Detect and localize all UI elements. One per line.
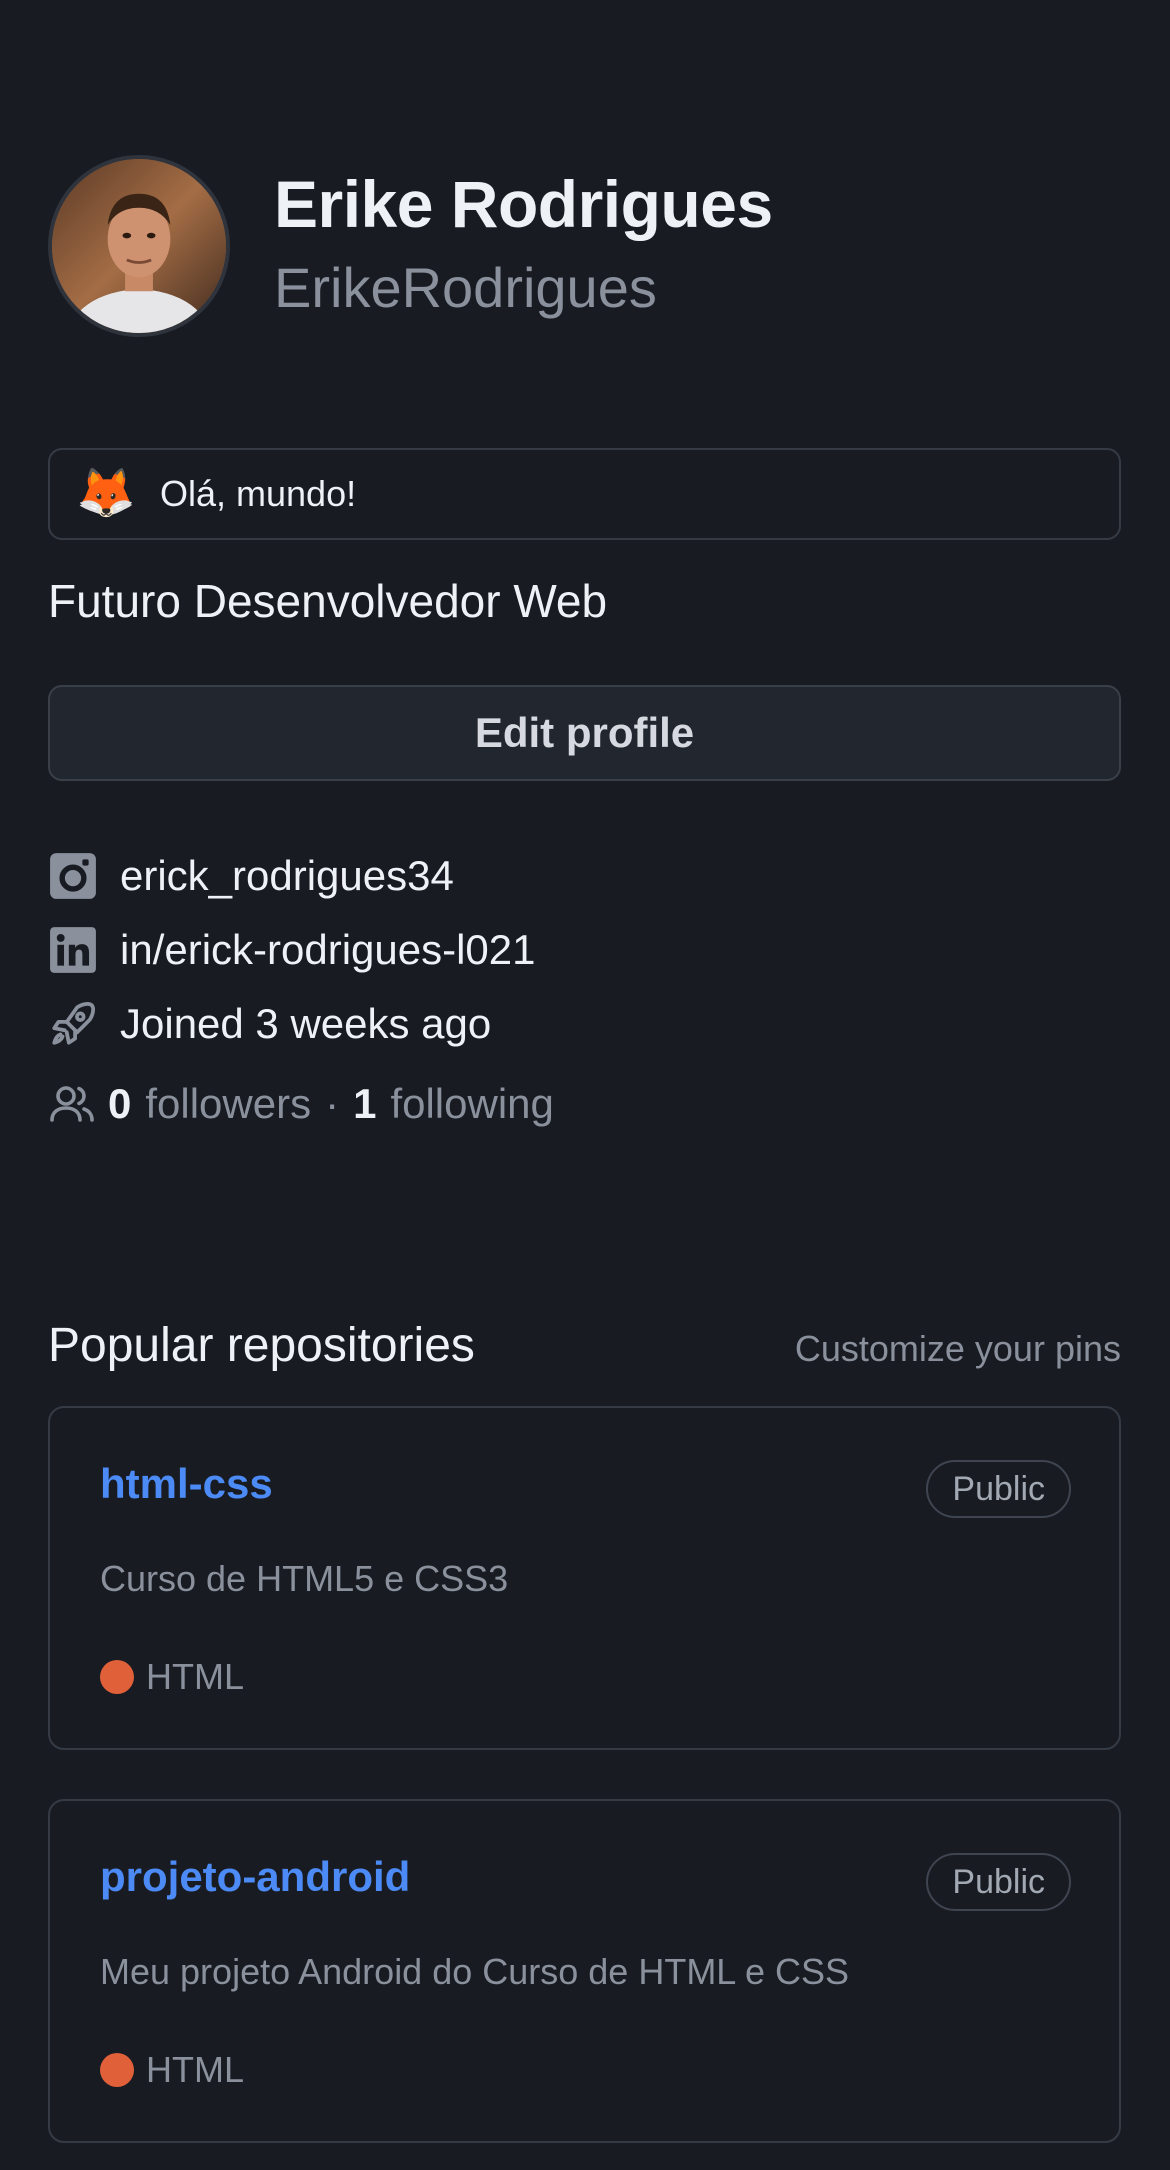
visibility-badge: Public (926, 1853, 1071, 1911)
repo-name-link[interactable]: projeto-android (100, 1853, 410, 1901)
instagram-handle: erick_rodrigues34 (120, 852, 454, 899)
repo-card[interactable]: projeto-android Public Meu projeto Andro… (48, 1799, 1121, 2143)
fox-emoji: 🦊 (76, 467, 136, 520)
repo-description: Curso de HTML5 e CSS3 (100, 1558, 509, 1599)
visibility-badge: Public (926, 1460, 1071, 1518)
following-label[interactable]: following (390, 1080, 553, 1128)
language-label: HTML (146, 2049, 244, 2090)
language-color-dot (100, 2053, 134, 2087)
linkedin-handle: in/erick-rodrigues-l021 (120, 926, 536, 973)
joined-info: Joined 3 weeks ago (48, 996, 491, 1052)
status-text: Olá, mundo! (160, 473, 357, 514)
repo-language: HTML (100, 1656, 244, 1698)
profile-bio: Futuro Desenvolvedor Web (48, 575, 608, 627)
repo-description: Meu projeto Android do Curso de HTML e C… (100, 1951, 850, 1992)
follow-separator: · (325, 1080, 340, 1127)
instagram-icon (48, 851, 98, 901)
language-label: HTML (146, 1656, 244, 1697)
following-count[interactable]: 1 (353, 1080, 376, 1128)
status-box[interactable]: 🦊 Olá, mundo! (48, 448, 1121, 540)
profile-login: ErikeRodrigues (274, 256, 657, 319)
people-icon (50, 1086, 94, 1122)
repo-card[interactable]: html-css Public Curso de HTML5 e CSS3 HT… (48, 1406, 1121, 1750)
linkedin-icon (48, 925, 98, 975)
joined-text: Joined 3 weeks ago (120, 1000, 492, 1047)
popular-repositories-title: Popular repositories (48, 1319, 475, 1372)
repo-name-link[interactable]: html-css (100, 1460, 273, 1508)
followers-label[interactable]: followers (145, 1080, 311, 1128)
profile-name: Erike Rodrigues (274, 167, 773, 241)
language-color-dot (100, 1660, 134, 1694)
rocket-icon (48, 999, 98, 1049)
follow-stats: 0 followers · 1 following (48, 1080, 554, 1128)
followers-count[interactable]: 0 (108, 1080, 131, 1128)
profile-page: Erike Rodrigues ErikeRodrigues 🦊 Olá, mu… (0, 0, 1170, 2170)
customize-pins-link[interactable]: Customize your pins (795, 1328, 1121, 1370)
edit-profile-button[interactable]: Edit profile (48, 685, 1121, 781)
instagram-link[interactable]: erick_rodrigues34 (48, 848, 454, 904)
avatar[interactable] (48, 155, 230, 337)
repo-language: HTML (100, 2049, 244, 2091)
linkedin-link[interactable]: in/erick-rodrigues-l021 (48, 922, 536, 978)
